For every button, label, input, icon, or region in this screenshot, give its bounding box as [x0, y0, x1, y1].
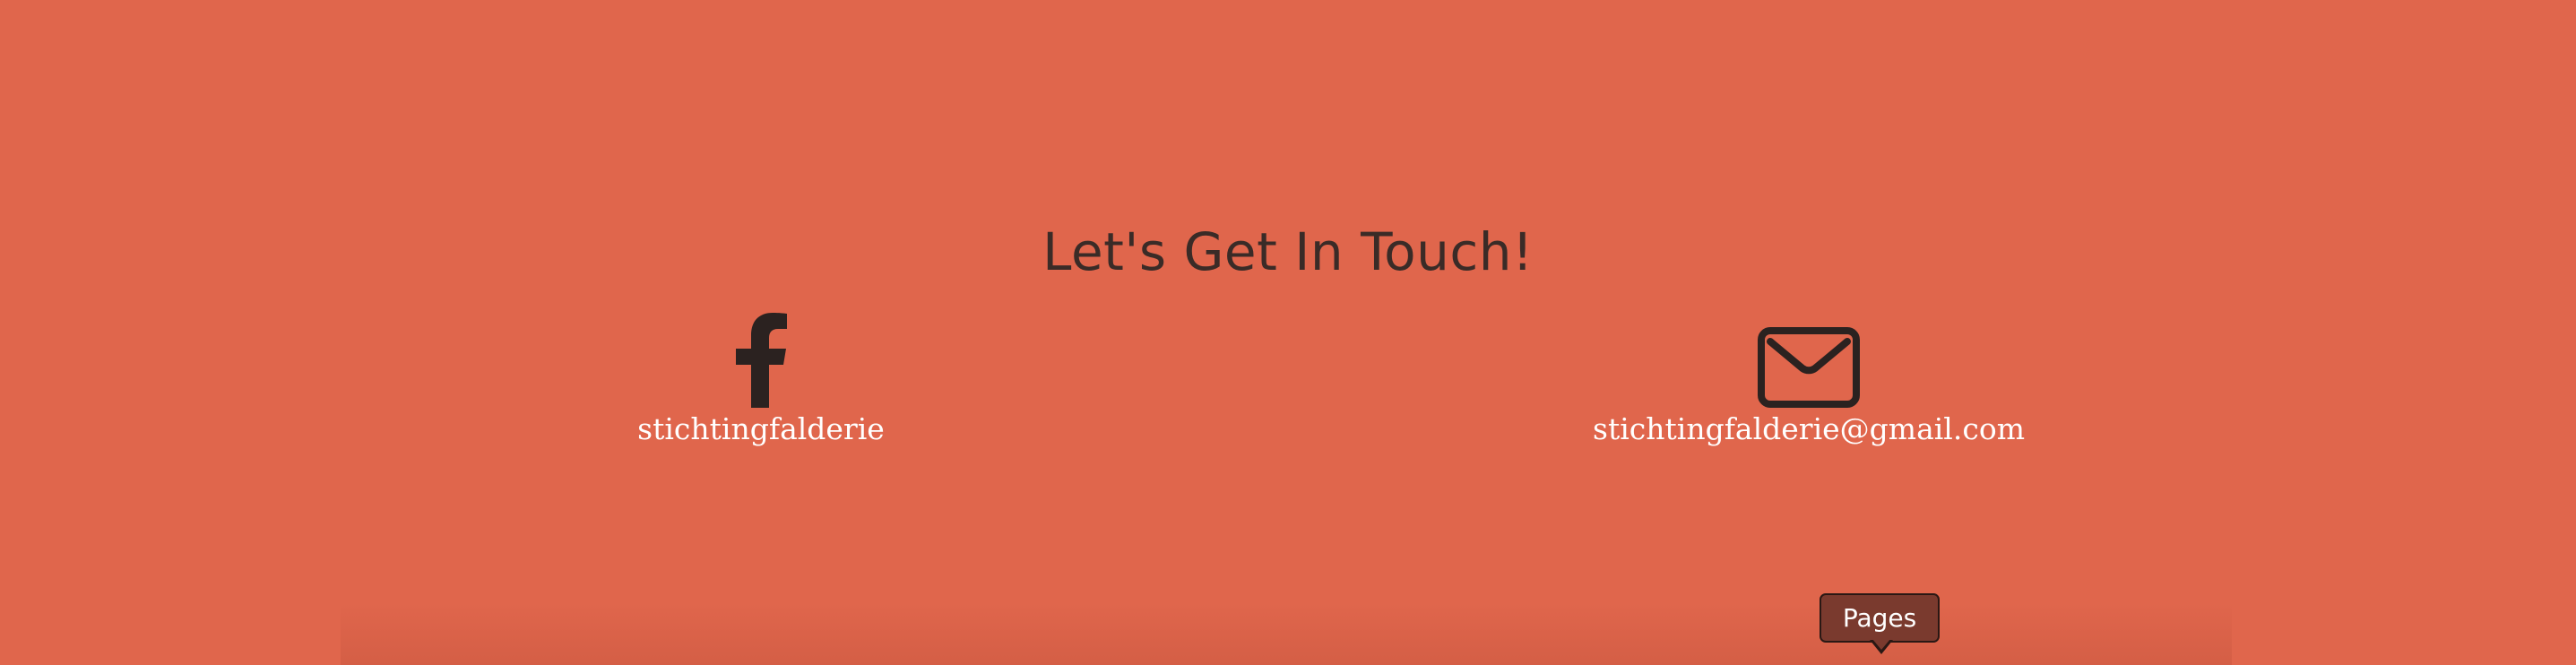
- section-heading: Let's Get In Touch!: [1042, 221, 1534, 283]
- facebook-icon[interactable]: [735, 313, 787, 408]
- envelope-icon[interactable]: [1758, 327, 1860, 408]
- facebook-label[interactable]: stichtingfalderie: [582, 410, 940, 449]
- facebook-contact[interactable]: stichtingfalderie: [582, 309, 940, 449]
- tooltip-arrow-inner: [1872, 639, 1890, 650]
- email-label[interactable]: stichtingfalderie@gmail.com: [1540, 410, 2078, 449]
- envelope-icon-wrap[interactable]: [1540, 309, 2078, 408]
- facebook-icon-wrap[interactable]: [582, 309, 940, 408]
- footer-shadow: [341, 602, 2232, 665]
- pages-tooltip: Pages: [1820, 593, 1940, 643]
- email-contact[interactable]: stichtingfalderie@gmail.com: [1540, 309, 2078, 449]
